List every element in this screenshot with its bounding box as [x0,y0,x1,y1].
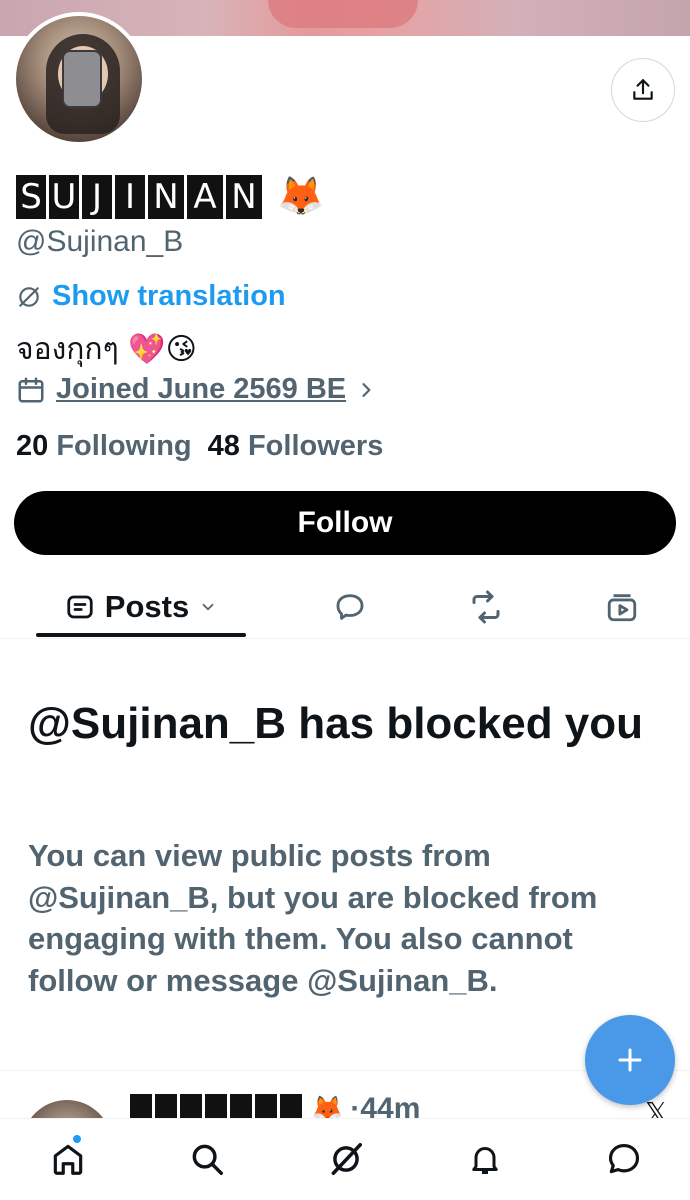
name-letter-block [155,1094,177,1118]
chevron-right-icon [362,382,371,397]
reply-bubble-icon [336,594,364,620]
tab-replies[interactable] [330,587,370,627]
repost-icon [472,590,500,624]
post-preview[interactable]: 🦊 ·44m 𝕏 [0,1090,690,1118]
name-letter: U [49,175,79,219]
share-button[interactable] [611,58,675,122]
name-letter-block [180,1094,202,1118]
joined-date[interactable]: Joined June 2569 BE [16,373,376,406]
nav-messages[interactable] [602,1137,646,1181]
profile-avatar[interactable] [12,12,146,146]
display-name: S U J I N A N 🦊 [16,175,324,219]
name-letter: N [148,175,184,219]
name-letter-block [205,1094,227,1118]
bottom-navigation [0,1118,690,1200]
name-letter-block [280,1094,302,1118]
message-icon [608,1143,640,1174]
search-icon [192,1144,223,1175]
calendar-icon [18,377,44,402]
profile-bio: จองกุกๆ 💖😘 [16,332,197,367]
banner-photo-detail [268,0,418,28]
bell-icon [472,1147,498,1174]
media-icon [607,594,637,622]
chevron-down-icon[interactable] [199,598,217,616]
tab-posts-label: Posts [104,589,190,624]
following-count: 20 [16,430,49,462]
following-stat[interactable]: 20 Following [16,430,192,463]
home-icon [53,1144,83,1175]
translate-globe-icon [19,286,39,307]
posts-tab-icon [67,595,93,619]
blocked-title: @Sujinan_B has blocked you [28,699,644,748]
follow-button[interactable]: Follow [14,491,676,555]
fox-emoji: 🦊 [311,1094,344,1118]
profile-tabs: Posts [0,575,690,639]
followers-count: 48 [207,430,240,462]
post-time: ·44m [350,1092,421,1119]
tab-media[interactable] [602,587,642,627]
joined-label[interactable]: Joined June 2569 BE [56,373,346,406]
name-letter: S [16,175,46,219]
profile-handle: @Sujinan_B [16,225,184,258]
follow-stats: 20 Following 48 Followers [16,430,383,463]
notification-dot [73,1135,81,1143]
nav-search[interactable] [185,1137,229,1181]
compose-button[interactable] [585,1015,675,1105]
nav-grok[interactable] [324,1137,368,1181]
active-tab-indicator [36,633,246,637]
show-translation-link[interactable]: Show translation [16,280,286,313]
plus-icon [618,1048,642,1072]
nav-home[interactable] [46,1135,90,1181]
name-letter: A [187,175,223,219]
share-icon [633,79,653,100]
show-translation-label[interactable]: Show translation [52,280,286,313]
name-letter: N [226,175,262,219]
avatar-phone [62,50,102,108]
name-letter: I [115,175,145,219]
name-letter-block [230,1094,252,1118]
followers-label: Followers [247,430,384,462]
name-letter-block [255,1094,277,1118]
followers-stat[interactable]: 48 Followers [208,430,384,463]
post-author-name: 🦊 ·44m [130,1094,420,1118]
tab-reposts[interactable] [466,587,506,627]
tab-posts[interactable]: Posts [36,575,246,639]
fox-emoji: 🦊 [277,176,325,218]
post-avatar[interactable] [22,1100,112,1118]
blocked-message: You can view public posts from @Sujinan_… [28,838,598,998]
name-letter-block [130,1094,152,1118]
nav-notifications[interactable] [463,1137,507,1181]
name-letter: J [82,175,112,219]
grok-icon [331,1143,362,1175]
following-label: Following [56,430,192,462]
